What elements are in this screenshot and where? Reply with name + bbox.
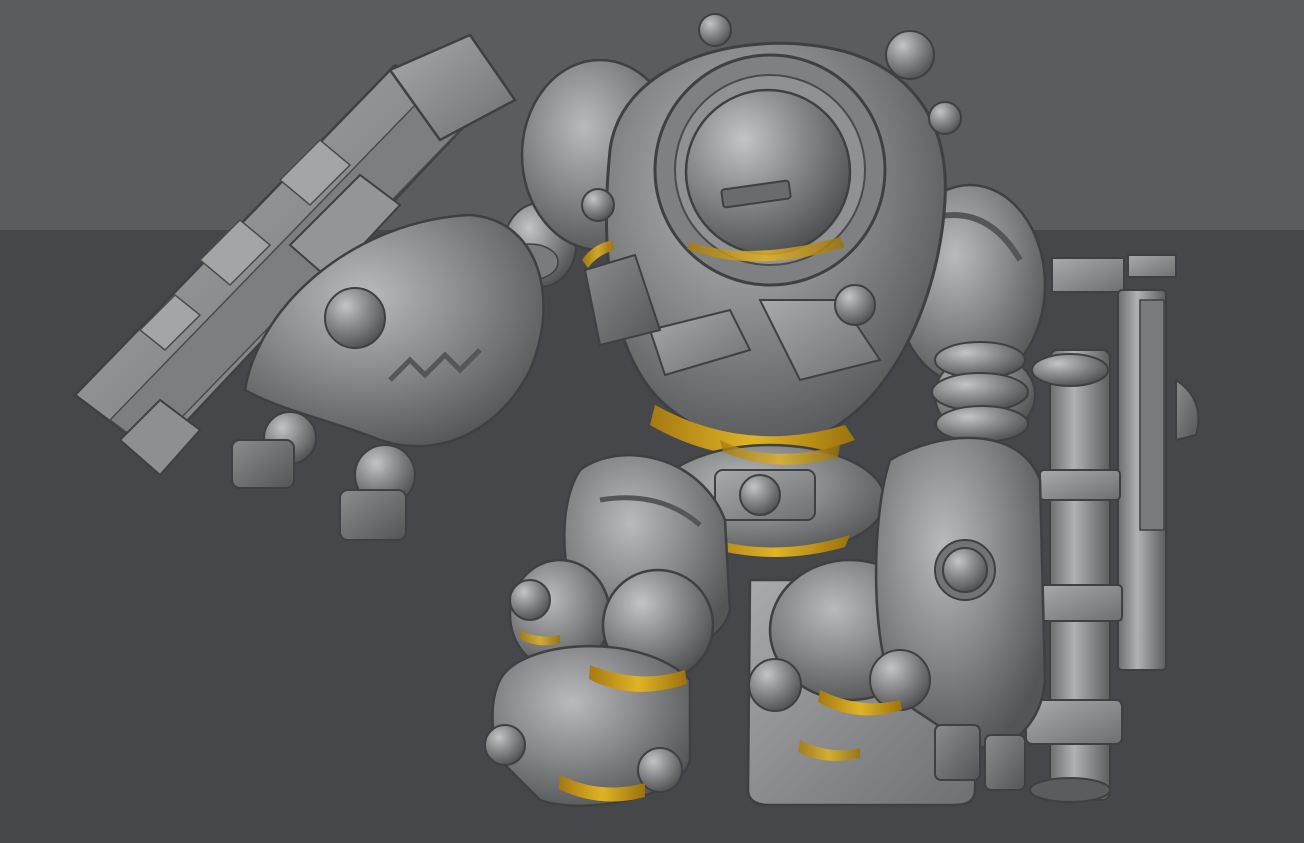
render-scene bbox=[0, 0, 1304, 843]
right-arm-coils bbox=[931, 341, 1029, 443]
3d-viewport[interactable] bbox=[0, 0, 1304, 843]
